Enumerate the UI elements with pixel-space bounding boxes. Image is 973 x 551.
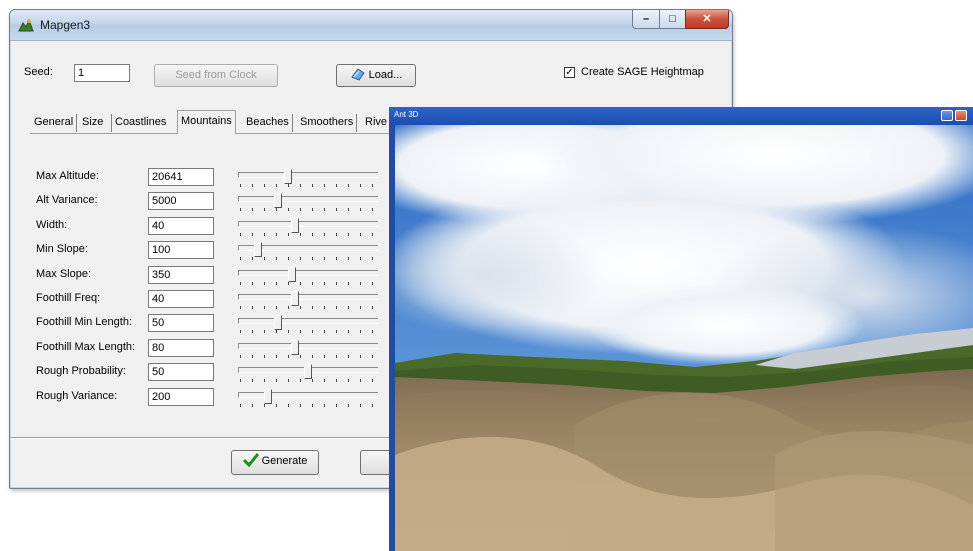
- param-label: Foothill Max Length:: [36, 341, 136, 353]
- param-slider[interactable]: [238, 193, 378, 216]
- param-slider[interactable]: [238, 291, 378, 314]
- title-bar[interactable]: Mapgen3 – □ ✕: [10, 10, 732, 41]
- slider-ticks: [240, 233, 378, 236]
- seed-label: Seed:: [24, 66, 53, 78]
- param-slider[interactable]: [238, 315, 378, 338]
- preview-maximize-icon[interactable]: [941, 110, 953, 121]
- slider-ticks: [240, 208, 378, 211]
- param-label: Width:: [36, 219, 68, 231]
- param-input[interactable]: 20641: [148, 168, 214, 186]
- seed-from-clock-button[interactable]: Seed from Clock: [154, 64, 278, 87]
- slider-ticks: [240, 257, 378, 260]
- slider-ticks: [240, 282, 378, 285]
- param-slider[interactable]: [238, 267, 378, 290]
- slider-thumb[interactable]: [291, 340, 299, 355]
- param-input[interactable]: 80: [148, 339, 214, 357]
- param-slider[interactable]: [238, 218, 378, 241]
- minimize-icon: –: [642, 13, 650, 25]
- param-input[interactable]: 200: [148, 388, 214, 406]
- app-icon: [18, 18, 34, 32]
- param-input[interactable]: 40: [148, 217, 214, 235]
- maximize-button[interactable]: □: [659, 10, 686, 29]
- seed-input[interactable]: 1: [74, 64, 130, 82]
- load-button[interactable]: Load...: [336, 64, 416, 87]
- window-title: Mapgen3: [40, 18, 91, 32]
- preview-title: Ant 3D: [394, 110, 419, 119]
- param-input[interactable]: 50: [148, 314, 214, 332]
- tab-mountains[interactable]: Mountains: [177, 110, 236, 134]
- param-label: Rough Variance:: [36, 390, 118, 402]
- param-label: Max Altitude:: [36, 170, 99, 182]
- param-slider[interactable]: [238, 389, 378, 412]
- load-label: Load...: [368, 69, 403, 81]
- slider-thumb[interactable]: [254, 242, 262, 257]
- minimize-button[interactable]: –: [632, 10, 660, 29]
- param-slider[interactable]: [238, 340, 378, 363]
- close-button[interactable]: ✕: [685, 10, 729, 29]
- param-slider[interactable]: [238, 242, 378, 265]
- checkmark-icon: [242, 453, 259, 468]
- tab-general[interactable]: General: [31, 114, 78, 132]
- slider-thumb[interactable]: [274, 315, 282, 330]
- slider-track: [238, 221, 378, 227]
- slider-thumb[interactable]: [291, 218, 299, 233]
- slider-ticks: [240, 330, 378, 333]
- tab-coastlines[interactable]: Coastlines: [111, 114, 169, 132]
- slider-thumb[interactable]: [284, 169, 292, 184]
- slider-ticks: [240, 404, 378, 407]
- param-label: Alt Variance:: [36, 194, 98, 206]
- terrain-view[interactable]: [395, 125, 973, 551]
- slider-track: [238, 343, 378, 349]
- param-input[interactable]: 5000: [148, 192, 214, 210]
- create-sage-checkbox[interactable]: ✓: [564, 67, 575, 78]
- slider-ticks: [240, 379, 378, 382]
- param-label: Max Slope:: [36, 268, 92, 280]
- param-input[interactable]: 100: [148, 241, 214, 259]
- param-label: Rough Probability:: [36, 365, 126, 377]
- param-slider[interactable]: [238, 169, 378, 192]
- slider-ticks: [240, 184, 378, 187]
- slider-thumb[interactable]: [291, 291, 299, 306]
- param-input[interactable]: 40: [148, 290, 214, 308]
- slider-track: [238, 196, 378, 202]
- tab-size[interactable]: Size: [79, 114, 106, 132]
- param-input[interactable]: 50: [148, 363, 214, 381]
- generate-label: Generate: [261, 455, 308, 467]
- preview-3d-window: Ant 3D: [389, 107, 973, 551]
- param-slider[interactable]: [238, 364, 378, 387]
- slider-thumb[interactable]: [264, 389, 272, 404]
- slider-track: [238, 392, 378, 398]
- create-sage-label: Create SAGE Heightmap: [581, 66, 704, 78]
- slider-track: [238, 318, 378, 324]
- slider-ticks: [240, 306, 378, 309]
- close-icon: ✕: [702, 13, 712, 25]
- tab-rivers[interactable]: Rive: [362, 114, 390, 132]
- tab-smoothers[interactable]: Smoothers: [297, 114, 358, 132]
- load-icon: [350, 68, 365, 81]
- slider-thumb[interactable]: [304, 364, 312, 379]
- maximize-icon: □: [669, 13, 676, 25]
- preview-close-icon[interactable]: [955, 110, 967, 121]
- param-label: Min Slope:: [36, 243, 88, 255]
- param-label: Foothill Freq:: [36, 292, 101, 304]
- slider-ticks: [240, 355, 378, 358]
- slider-thumb[interactable]: [288, 267, 296, 282]
- slider-track: [238, 172, 378, 178]
- generate-button[interactable]: Generate: [231, 450, 319, 475]
- slider-thumb[interactable]: [274, 193, 282, 208]
- param-label: Foothill Min Length:: [36, 316, 132, 328]
- preview-title-bar[interactable]: Ant 3D: [389, 107, 973, 125]
- slider-track: [238, 294, 378, 300]
- slider-track: [238, 270, 378, 276]
- tab-beaches[interactable]: Beaches: [243, 114, 293, 132]
- param-input[interactable]: 350: [148, 266, 214, 284]
